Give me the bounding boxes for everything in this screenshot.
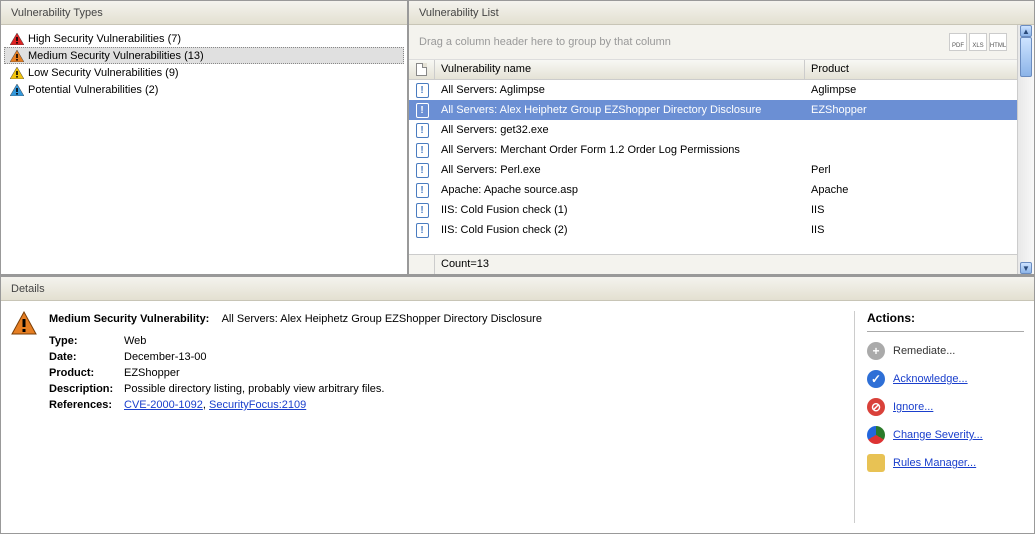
info-icon: !: [416, 183, 429, 198]
grid-header-icon[interactable]: [409, 60, 435, 79]
cell-name: All Servers: get32.exe: [435, 124, 805, 136]
warning-triangle-icon: [10, 50, 24, 62]
export-pdf-button[interactable]: PDF: [949, 33, 967, 51]
action-label: Ignore...: [893, 401, 933, 413]
panel-title: Vulnerability List: [409, 1, 1034, 25]
table-row[interactable]: ! Apache: Apache source.aspApache: [409, 180, 1017, 200]
action-label: Rules Manager...: [893, 457, 976, 469]
document-icon: [416, 63, 427, 76]
action-icon: +: [867, 342, 885, 360]
vulnerability-list-panel: Vulnerability List Drag a column header …: [408, 0, 1035, 275]
info-icon: !: [416, 143, 429, 158]
vulnerability-grid: Vulnerability name Product ! All Servers:…: [409, 60, 1017, 274]
severity-icon: [11, 311, 39, 523]
action-label: Acknowledge...: [893, 373, 968, 385]
warning-triangle-icon: [10, 67, 24, 79]
action-item[interactable]: ✓ Acknowledge...: [867, 370, 1024, 388]
cell-product: Perl: [805, 164, 1017, 176]
cell-name: All Servers: Merchant Order Form 1.2 Ord…: [435, 144, 805, 156]
action-icon: ✓: [867, 370, 885, 388]
cell-name: IIS: Cold Fusion check (1): [435, 204, 805, 216]
cell-name: All Servers: Aglimpse: [435, 84, 805, 96]
action-item[interactable]: Change Severity...: [867, 426, 1024, 444]
tree-item[interactable]: Potential Vulnerabilities (2): [4, 81, 404, 98]
reference-link[interactable]: CVE-2000-1092: [124, 399, 203, 411]
cell-product: EZShopper: [805, 104, 1017, 116]
action-item[interactable]: Rules Manager...: [867, 454, 1024, 472]
tree-item[interactable]: Medium Security Vulnerabilities (13): [4, 47, 404, 64]
action-item[interactable]: ⊘ Ignore...: [867, 398, 1024, 416]
panel-title: Details: [1, 277, 1034, 301]
tree-item-label: Low Security Vulnerabilities (9): [28, 67, 179, 79]
reference-link[interactable]: SecurityFocus:2109: [209, 399, 306, 411]
export-html-button[interactable]: HTML: [989, 33, 1007, 51]
tree-item-label: Medium Security Vulnerabilities (13): [28, 50, 204, 62]
references-label: References:: [49, 397, 124, 413]
export-xls-button[interactable]: XLS: [969, 33, 987, 51]
info-icon: !: [416, 163, 429, 178]
warning-triangle-icon: [10, 84, 24, 96]
grid-header-product[interactable]: Product: [805, 60, 1017, 79]
table-row[interactable]: ! IIS: Cold Fusion check (2)IIS: [409, 220, 1017, 240]
vulnerability-types-panel: Vulnerability Types High Security Vulner…: [0, 0, 408, 275]
type-label: Type:: [49, 333, 124, 349]
info-icon: !: [416, 103, 429, 118]
details-content: Medium Security Vulnerability: All Serve…: [49, 311, 854, 523]
pie-icon: [867, 426, 885, 444]
product-value: EZShopper: [124, 365, 854, 381]
action-label: Change Severity...: [893, 429, 983, 441]
warning-triangle-icon: [10, 33, 24, 45]
action-item[interactable]: + Remediate...: [867, 342, 1024, 360]
grid-header: Vulnerability name Product: [409, 60, 1017, 80]
date-value: December-13-00: [124, 349, 854, 365]
cell-name: IIS: Cold Fusion check (2): [435, 224, 805, 236]
cell-product: IIS: [805, 224, 1017, 236]
description-label: Description:: [49, 381, 124, 397]
rules-icon: [867, 454, 885, 472]
info-icon: !: [416, 223, 429, 238]
type-value: Web: [124, 333, 854, 349]
grid-body: ! All Servers: AglimpseAglimpse! All Serve…: [409, 80, 1017, 254]
scroll-thumb[interactable]: [1020, 37, 1032, 77]
action-label: Remediate...: [893, 345, 955, 357]
cell-product: IIS: [805, 204, 1017, 216]
table-row[interactable]: ! All Servers: Perl.exePerl: [409, 160, 1017, 180]
cell-product: Apache: [805, 184, 1017, 196]
date-label: Date:: [49, 349, 124, 365]
grid-count: Count=13: [435, 255, 805, 274]
severity-label: Medium Security Vulnerability:: [49, 313, 209, 325]
table-row[interactable]: ! All Servers: Alex Heiphetz Group EZShop…: [409, 100, 1017, 120]
details-panel: Details Medium Security Vulnerability: A…: [0, 276, 1035, 534]
info-icon: !: [416, 83, 429, 98]
actions-panel: Actions: + Remediate... ✓ Acknowledge... ⊘ Ig…: [854, 311, 1024, 523]
group-by-bar[interactable]: Drag a column header here to group by th…: [409, 25, 1017, 60]
table-row[interactable]: ! All Servers: get32.exe: [409, 120, 1017, 140]
tree-item[interactable]: High Security Vulnerabilities (7): [4, 30, 404, 47]
scroll-down-arrow[interactable]: ▼: [1020, 262, 1032, 274]
cell-name: All Servers: Perl.exe: [435, 164, 805, 176]
table-row[interactable]: ! All Servers: Merchant Order Form 1.2 Or…: [409, 140, 1017, 160]
vulnerability-title: All Servers: Alex Heiphetz Group EZShopp…: [222, 313, 542, 325]
scrollbar[interactable]: ▲ ▼: [1017, 25, 1034, 274]
table-row[interactable]: ! All Servers: AglimpseAglimpse: [409, 80, 1017, 100]
grid-footer: Count=13: [409, 254, 1017, 274]
cell-product: Aglimpse: [805, 84, 1017, 96]
action-icon: ⊘: [867, 398, 885, 416]
vulnerability-types-tree: High Security Vulnerabilities (7) Medium …: [1, 25, 407, 274]
description-value: Possible directory listing, probably vie…: [124, 381, 854, 397]
scroll-up-arrow[interactable]: ▲: [1020, 25, 1032, 37]
tree-item-label: Potential Vulnerabilities (2): [28, 84, 158, 96]
panel-title: Vulnerability Types: [1, 1, 407, 25]
tree-item-label: High Security Vulnerabilities (7): [28, 33, 181, 45]
info-icon: !: [416, 123, 429, 138]
info-icon: !: [416, 203, 429, 218]
cell-name: Apache: Apache source.asp: [435, 184, 805, 196]
grid-header-name[interactable]: Vulnerability name: [435, 60, 805, 79]
tree-item[interactable]: Low Security Vulnerabilities (9): [4, 64, 404, 81]
product-label: Product:: [49, 365, 124, 381]
group-hint-text: Drag a column header here to group by th…: [419, 36, 671, 48]
actions-header: Actions:: [867, 311, 1024, 332]
cell-name: All Servers: Alex Heiphetz Group EZShopp…: [435, 104, 805, 116]
table-row[interactable]: ! IIS: Cold Fusion check (1)IIS: [409, 200, 1017, 220]
